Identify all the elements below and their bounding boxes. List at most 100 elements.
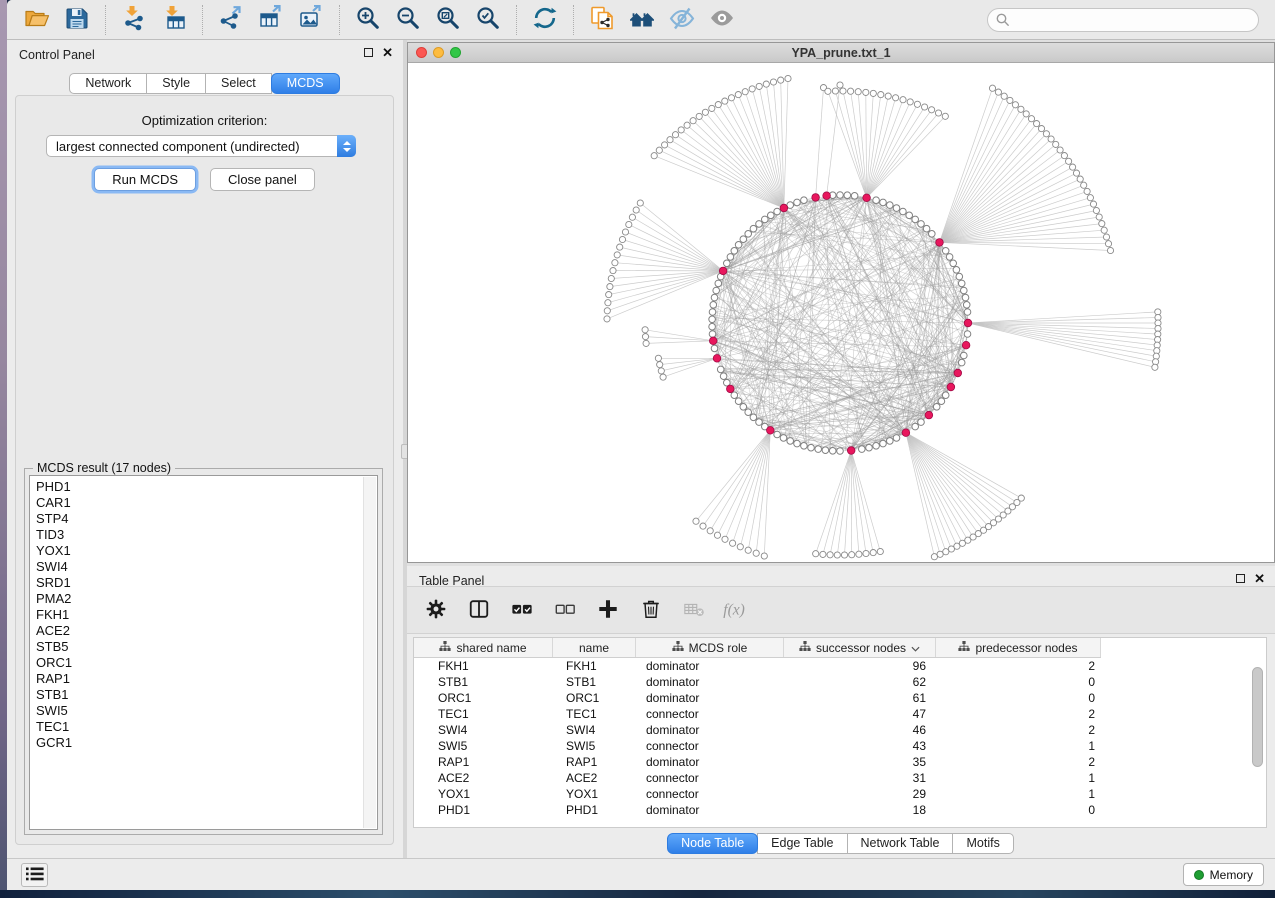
table-row[interactable]: ACE2ACE2connector311	[414, 770, 1266, 786]
close-panel-icon[interactable]: ✕	[382, 47, 393, 58]
fx-button[interactable]: f(x)	[724, 597, 750, 623]
zoom-selected-button[interactable]	[468, 3, 508, 37]
result-node[interactable]: RAP1	[36, 671, 377, 687]
result-node[interactable]: YOX1	[36, 543, 377, 559]
column-header-successor-nodes[interactable]: successor nodes	[784, 638, 936, 657]
result-node[interactable]: ACE2	[36, 623, 377, 639]
result-node[interactable]: SRD1	[36, 575, 377, 591]
tab-mcds[interactable]: MCDS	[271, 73, 340, 94]
table-cell: 2	[936, 754, 1101, 770]
zoom-fit-button[interactable]	[428, 3, 468, 37]
table-row[interactable]: ORC1ORC1dominator610	[414, 690, 1266, 706]
network-view-window: YPA_prune.txt_1	[407, 42, 1275, 563]
table-row[interactable]: SWI4SWI4dominator462	[414, 722, 1266, 738]
tab-motifs[interactable]: Motifs	[952, 833, 1013, 854]
result-node[interactable]: TID3	[36, 527, 377, 543]
table-cell: ACE2	[414, 770, 553, 786]
first-neighbors-button[interactable]	[622, 3, 662, 37]
mcds-result-list[interactable]: PHD1CAR1STP4TID3YOX1SWI4SRD1PMA2FKH1ACE2…	[29, 475, 378, 830]
column-header-predecessor-nodes[interactable]: predecessor nodes	[936, 638, 1101, 657]
memory-button[interactable]: Memory	[1183, 863, 1264, 886]
tab-edge-table[interactable]: Edge Table	[757, 833, 847, 854]
shared-column-icon	[958, 641, 970, 655]
result-node[interactable]: STP4	[36, 511, 377, 527]
tab-node-table[interactable]: Node Table	[667, 833, 758, 854]
fx-icon: f(x)	[720, 598, 754, 623]
result-node[interactable]: SWI4	[36, 559, 377, 575]
table-row[interactable]: PHD1PHD1dominator180	[414, 802, 1266, 818]
table-cell: FKH1	[553, 658, 636, 674]
result-node[interactable]: PHD1	[36, 479, 377, 495]
tab-network-table[interactable]: Network Table	[847, 833, 954, 854]
tab-network[interactable]: Network	[69, 73, 147, 94]
clone-network-button[interactable]	[582, 3, 622, 37]
import-network-button[interactable]	[114, 3, 154, 37]
search-input[interactable]	[987, 8, 1259, 32]
float-table-panel-icon[interactable]	[1236, 574, 1245, 583]
table-row[interactable]: RAP1RAP1dominator352	[414, 754, 1266, 770]
mcds-result-group: MCDS result (17 nodes) PHD1CAR1STP4TID3Y…	[24, 468, 383, 835]
table-row[interactable]: TEC1TEC1connector472	[414, 706, 1266, 722]
tab-select[interactable]: Select	[205, 73, 272, 94]
delete-button[interactable]	[638, 597, 664, 623]
result-node[interactable]: PMA2	[36, 591, 377, 607]
show-all-button[interactable]	[702, 3, 742, 37]
table-row[interactable]: SWI5SWI5connector431	[414, 738, 1266, 754]
table-row[interactable]: YOX1YOX1connector291	[414, 786, 1266, 802]
result-scrollbar[interactable]	[363, 477, 376, 828]
column-header-name[interactable]: name	[553, 638, 636, 657]
close-panel-button[interactable]: Close panel	[210, 168, 315, 191]
table-cell: connector	[636, 706, 784, 722]
table-row[interactable]: STB1STB1dominator620	[414, 674, 1266, 690]
table-panel-header: Table Panel ✕	[407, 566, 1275, 586]
table-row[interactable]: FKH1FKH1dominator962	[414, 658, 1266, 674]
table-cell: ACE2	[553, 770, 636, 786]
network-canvas[interactable]	[408, 63, 1274, 561]
open-session-button[interactable]	[17, 3, 57, 37]
result-node[interactable]: TEC1	[36, 719, 377, 735]
network-titlebar[interactable]: YPA_prune.txt_1	[408, 43, 1274, 63]
zoom-out-button[interactable]	[388, 3, 428, 37]
result-node[interactable]: STB1	[36, 687, 377, 703]
table-cell: 47	[784, 706, 936, 722]
save-session-button[interactable]	[57, 3, 97, 37]
select-all-icon	[511, 598, 533, 623]
criterion-select[interactable]: largest connected component (undirected)	[46, 135, 356, 157]
import-table-button[interactable]	[154, 3, 194, 37]
zoom-fit-icon	[435, 5, 461, 34]
close-table-panel-icon[interactable]: ✕	[1254, 573, 1265, 584]
column-header-MCDS-role[interactable]: MCDS role	[636, 638, 784, 657]
export-table-button[interactable]	[251, 3, 291, 37]
delete-table-button[interactable]	[681, 597, 707, 623]
task-history-button[interactable]	[21, 863, 48, 887]
column-header-shared-name[interactable]: shared name	[414, 638, 553, 657]
export-network-button[interactable]	[211, 3, 251, 37]
toolbar-separator	[105, 5, 106, 35]
table-scrollbar-thumb[interactable]	[1252, 667, 1263, 767]
float-panel-icon[interactable]	[364, 48, 373, 57]
deselect-all-button[interactable]	[552, 597, 578, 623]
table-cell: TEC1	[553, 706, 636, 722]
hide-selected-icon	[669, 5, 695, 34]
zoom-in-button[interactable]	[348, 3, 388, 37]
result-node[interactable]: ORC1	[36, 655, 377, 671]
show-all-icon	[709, 5, 735, 34]
export-image-button[interactable]	[291, 3, 331, 37]
result-node[interactable]: GCR1	[36, 735, 377, 751]
result-node[interactable]: CAR1	[36, 495, 377, 511]
add-button[interactable]	[595, 597, 621, 623]
result-node[interactable]: STB5	[36, 639, 377, 655]
result-node[interactable]: SWI5	[36, 703, 377, 719]
gear-button[interactable]	[423, 597, 449, 623]
hide-selected-button[interactable]	[662, 3, 702, 37]
table-cell: dominator	[636, 674, 784, 690]
criterion-value: largest connected component (undirected)	[47, 139, 337, 154]
select-all-button[interactable]	[509, 597, 535, 623]
refresh-button[interactable]	[525, 3, 565, 37]
result-node[interactable]: FKH1	[36, 607, 377, 623]
run-mcds-button[interactable]: Run MCDS	[94, 168, 196, 191]
import-table-icon	[161, 5, 187, 34]
delete-table-icon	[683, 598, 705, 623]
tab-style[interactable]: Style	[146, 73, 206, 94]
columns-button[interactable]	[466, 597, 492, 623]
